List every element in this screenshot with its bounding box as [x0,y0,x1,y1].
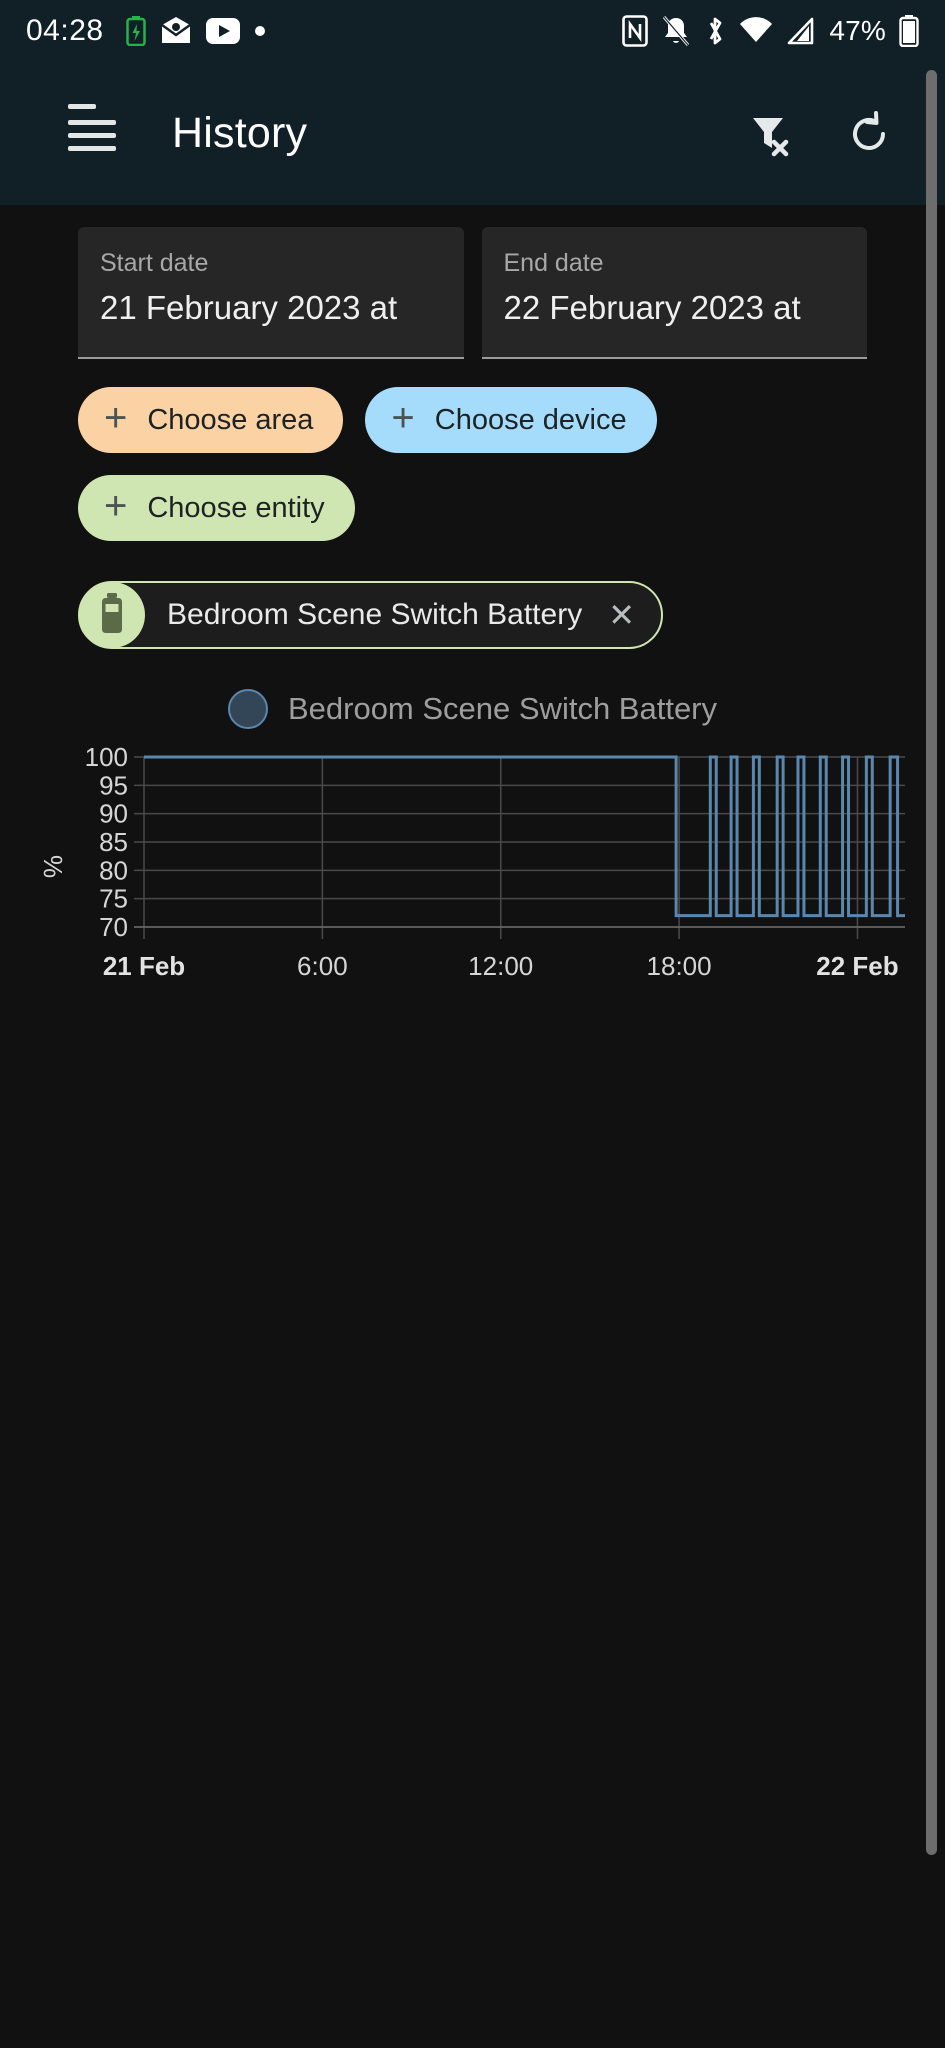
choose-area-chip[interactable]: + Choose area [78,387,344,453]
app-bar: History [0,62,945,205]
y-axis-tick-label: 95 [99,770,128,800]
legend-label: Bedroom Scene Switch Battery [287,691,718,726]
chart-plot-area[interactable]: 70 75 80 85 90 95 100 21 Feb 6:00 12:00 18:00 22 Fe… [0,737,945,1037]
end-date-value: 22 February 2023 at [503,288,801,326]
cellular-signal-icon [786,17,816,45]
start-date-value: 21 February 2023 at [100,288,398,326]
dot-icon [254,25,266,37]
x-axis-tick-label: 22 Feb [816,951,898,981]
y-axis-tick-label: 80 [99,855,128,885]
battery-icon [79,582,145,648]
plus-icon: + [391,396,415,440]
nfc-icon [622,15,649,47]
notifications-silenced-icon [661,15,691,47]
content-area: Start date 21 February 2023 at End date … [0,205,945,2048]
battery-charging-icon [125,16,146,46]
chart-legend[interactable]: Bedroom Scene Switch Battery [0,681,945,737]
end-date-field[interactable]: End date 22 February 2023 at [481,227,867,359]
date-range-row: Start date 21 February 2023 at End date … [0,205,945,359]
y-axis-tick-label: 70 [99,912,128,942]
close-icon[interactable]: ✕ [608,599,635,631]
y-axis-tick-label: 90 [99,799,128,829]
start-date-field[interactable]: Start date 21 February 2023 at [78,227,464,359]
app-bar-actions [745,110,915,158]
selected-entity-chip[interactable]: Bedroom Scene Switch Battery ✕ [78,581,664,649]
app-root: 04:28 47% History Start date 21 February… [0,0,945,2048]
plus-icon: + [104,396,128,440]
filter-chip-row: + Choose area + Choose device + Choose e… [0,359,945,541]
y-axis-tick-label: 100 [85,742,128,772]
battery-percentage-label: 47% [829,15,886,46]
vertical-scrollbar[interactable] [926,70,937,1855]
status-bar-notification-icons [125,16,266,46]
chart-svg: 707580859095100 21 Feb 6:00 12:00 18:00 22 Fe… [38,742,905,981]
selected-entity-label: Bedroom Scene Switch Battery [167,598,583,631]
status-bar: 04:28 47% [0,0,945,62]
history-chart: Bedroom Scene Switch Battery 70 75 80 85 90 9… [0,681,945,1041]
legend-color-swatch [227,689,268,729]
page-title: History [172,109,308,157]
choose-device-chip-label: Choose device [434,403,627,436]
filter-remove-icon[interactable] [745,110,793,158]
battery-icon [899,15,919,47]
selected-entity-row: Bedroom Scene Switch Battery ✕ [0,541,945,649]
x-axis-tick-label: 6:00 [297,951,348,981]
choose-entity-chip-label: Choose entity [147,491,325,524]
x-axis-tick-label: 18:00 [647,951,712,981]
choose-entity-chip[interactable]: + Choose entity [78,475,355,541]
status-bar-clock: 04:28 [26,14,104,47]
x-axis-tick-label: 21 Feb [103,951,185,981]
menu-badge-dot [68,103,96,109]
refresh-icon[interactable] [845,110,893,158]
plus-icon: + [104,484,128,528]
bluetooth-icon [704,15,726,47]
x-axis-tick-label: 12:00 [468,951,533,981]
end-date-label: End date [503,249,604,277]
y-axis-label: % [38,855,68,878]
y-axis-tick-label: 75 [99,884,128,914]
choose-area-chip-label: Choose area [147,403,314,436]
mail-icon [160,16,192,46]
chart-series-line [144,755,905,918]
wifi-icon [739,17,773,45]
y-axis-tick-label: 85 [99,827,128,857]
status-bar-system-icons: 47% [622,15,919,47]
choose-device-chip[interactable]: + Choose device [365,387,657,453]
youtube-icon [205,18,240,44]
hamburger-menu-icon[interactable] [68,103,120,156]
start-date-label: Start date [100,249,209,277]
